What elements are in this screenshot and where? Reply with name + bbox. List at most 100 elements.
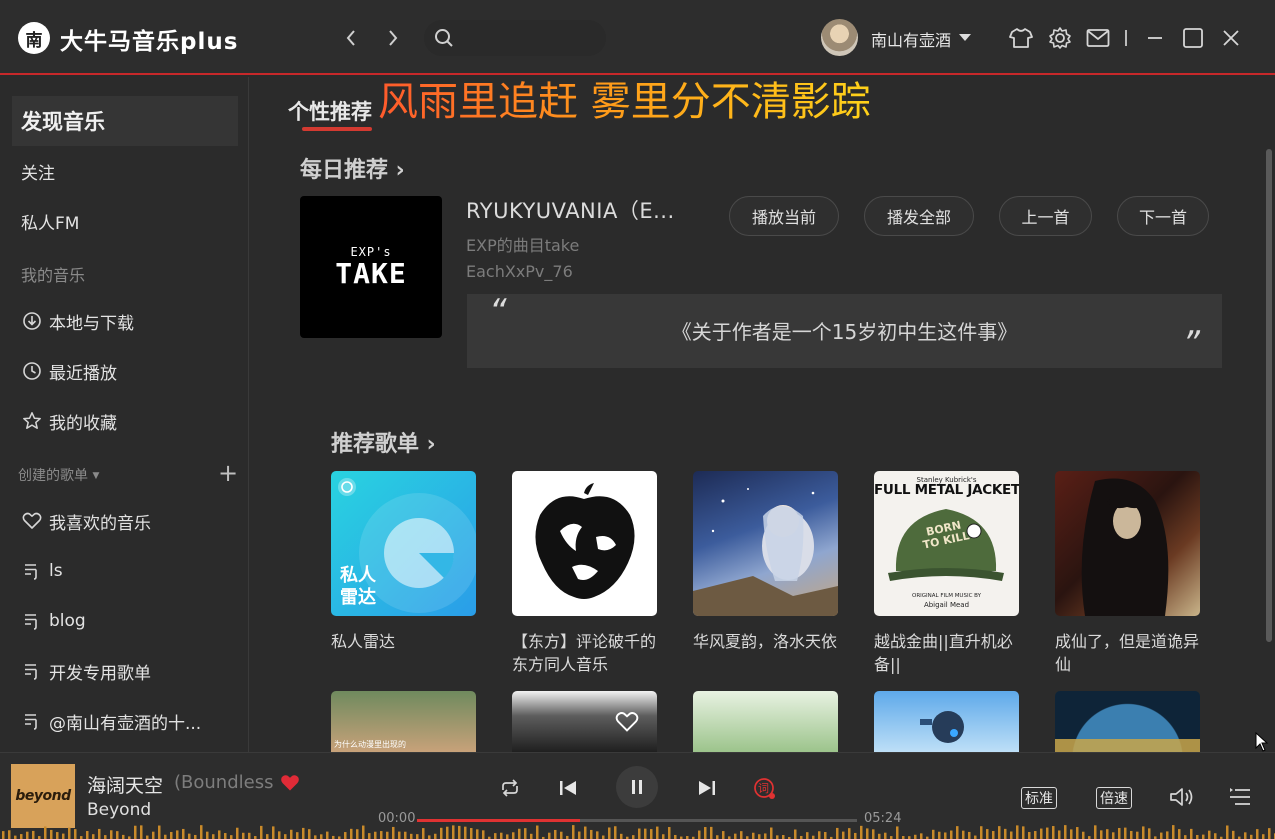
visualizer-bar	[722, 831, 725, 839]
visualizer-bar	[512, 832, 515, 839]
close-button[interactable]	[1219, 26, 1243, 50]
visualizer-bar	[20, 834, 23, 839]
previous-track-button[interactable]	[556, 777, 580, 799]
now-playing-artist[interactable]: Beyond	[87, 800, 151, 820]
recommended-playlists-title[interactable]: 推荐歌单 ›	[331, 426, 436, 458]
quality-button[interactable]: 标准	[1021, 787, 1057, 809]
message-button[interactable]	[1086, 26, 1110, 50]
visualizer-bar	[260, 825, 263, 839]
visualizer-bar	[1250, 834, 1253, 839]
chevron-right-icon	[389, 30, 398, 46]
lyrics-toggle-button[interactable]: 词	[753, 777, 777, 801]
heart-icon[interactable]	[280, 773, 300, 793]
now-playing-cover[interactable]: beyond	[11, 764, 75, 828]
app-logo-icon[interactable]: 南	[18, 22, 50, 54]
sidebar-item-liked[interactable]: 我喜欢的音乐	[12, 496, 238, 546]
daily-song-album[interactable]: EXP的曲目take	[466, 232, 579, 256]
visualizer-bar	[362, 825, 365, 839]
playlist-cover: Stanley Kubrick's FULL METAL JACKET BORN…	[874, 471, 1019, 616]
playlist-cover[interactable]: 为什么动漫里出现的	[331, 691, 476, 752]
visualizer-bar	[602, 835, 605, 839]
sidebar-item-recent[interactable]: 最近播放	[12, 346, 238, 396]
my-music-header: 我的音乐	[21, 266, 86, 285]
visualizer-bar	[716, 835, 719, 839]
playlist-cover[interactable]	[693, 691, 838, 752]
caret-down-icon: ▼	[92, 471, 100, 481]
avatar[interactable]	[821, 19, 858, 56]
visualizer-bar	[206, 831, 209, 839]
pause-button[interactable]	[616, 766, 658, 808]
daily-recommend-title[interactable]: 每日推荐 ›	[300, 152, 405, 184]
speed-button[interactable]: 倍速	[1096, 787, 1132, 809]
visualizer-bar	[308, 829, 311, 839]
visualizer-bar	[14, 835, 17, 839]
forward-button[interactable]	[381, 26, 405, 50]
sidebar-item-local[interactable]: 本地与下载	[12, 296, 238, 346]
skin-button[interactable]	[1009, 26, 1033, 50]
next-song-button[interactable]: 下一首	[1117, 196, 1209, 236]
playlist-cover	[512, 471, 657, 616]
visualizer-bar	[8, 830, 11, 839]
sidebar-item-playlist-ten[interactable]: @南山有壶酒的十...	[12, 696, 238, 746]
sidebar-item-follow[interactable]: 关注	[12, 146, 238, 196]
visualizer-bar	[956, 826, 959, 839]
visualizer-bar	[1010, 831, 1013, 839]
tab-personal-recommend[interactable]: 个性推荐	[288, 96, 372, 126]
visualizer-bar	[1166, 831, 1169, 839]
minimize-button[interactable]	[1143, 26, 1167, 50]
daily-song-name[interactable]: RYUKYUVANIA（E...	[466, 195, 675, 225]
visualizer-bar	[122, 834, 125, 839]
playlist-cover[interactable]	[874, 691, 1019, 752]
time-total: 05:24	[864, 811, 902, 826]
back-button[interactable]	[339, 26, 363, 50]
daily-song-artist[interactable]: EachXxPv_76	[466, 262, 573, 281]
visualizer-bar	[194, 834, 197, 839]
main-scrollbar[interactable]	[1266, 149, 1272, 642]
previous-song-button[interactable]: 上一首	[999, 196, 1092, 236]
visualizer-bar	[1004, 828, 1007, 839]
maximize-button[interactable]	[1181, 26, 1205, 50]
sidebar-item-playlist-blog[interactable]: blog	[12, 596, 238, 646]
visualizer-bar	[572, 825, 575, 839]
sidebar-item-discover[interactable]: 发现音乐	[12, 96, 238, 146]
now-playing-title[interactable]: 海阔天空	[87, 771, 163, 798]
playlist-card[interactable]: 成仙了，但是道诡异仙	[1055, 471, 1200, 676]
created-playlists-header[interactable]: 创建的歌单 ▼	[18, 465, 99, 485]
visualizer-bar	[200, 825, 203, 839]
playlist-queue-button[interactable]	[1228, 785, 1252, 809]
progress-slider[interactable]	[417, 819, 857, 822]
volume-button[interactable]	[1168, 785, 1196, 809]
search-input[interactable]	[424, 20, 606, 56]
visualizer-bar	[614, 826, 617, 839]
playlist-icon	[21, 710, 43, 732]
add-playlist-button[interactable]: +	[218, 461, 238, 485]
now-playing-alias: (Boundless	[174, 772, 274, 793]
sidebar-item-playlist-ls[interactable]: ls	[12, 546, 238, 596]
audio-visualizer	[2, 825, 1275, 839]
playlist-cover[interactable]	[512, 691, 657, 752]
visualizer-bar	[1064, 825, 1067, 839]
repeat-button[interactable]	[498, 777, 522, 799]
visualizer-bar	[1082, 831, 1085, 839]
daily-song-cover[interactable]: EXP's TAKE	[300, 196, 442, 338]
chevron-down-icon[interactable]	[959, 34, 971, 41]
visualizer-bar	[230, 835, 233, 839]
visualizer-bar	[860, 825, 863, 839]
settings-button[interactable]	[1048, 26, 1072, 50]
play-current-button[interactable]: 播放当前	[729, 196, 839, 236]
playlist-card[interactable]: Stanley Kubrick's FULL METAL JACKET BORN…	[874, 471, 1019, 676]
playlist-card[interactable]: 私人 雷达 私人雷达	[331, 471, 476, 653]
next-track-button[interactable]	[695, 777, 719, 799]
anime-illustration-icon	[693, 488, 838, 616]
username[interactable]: 南山有壶酒	[871, 27, 951, 51]
visualizer-bar	[62, 833, 65, 839]
playlist-cover[interactable]	[1055, 691, 1200, 752]
play-all-button[interactable]: 播发全部	[864, 196, 974, 236]
visualizer-bar	[464, 826, 467, 839]
sidebar-item-favorites[interactable]: 我的收藏	[12, 396, 238, 446]
playlist-card[interactable]: 【东方】评论破千的东方同人音乐	[512, 471, 657, 676]
playlist-card[interactable]: 华风夏韵，洛水天依	[693, 471, 838, 653]
sidebar-item-fm[interactable]: 私人FM	[12, 196, 238, 246]
touhou-apple-icon	[535, 483, 635, 599]
sidebar-item-playlist-dev[interactable]: 开发专用歌单	[12, 646, 238, 696]
